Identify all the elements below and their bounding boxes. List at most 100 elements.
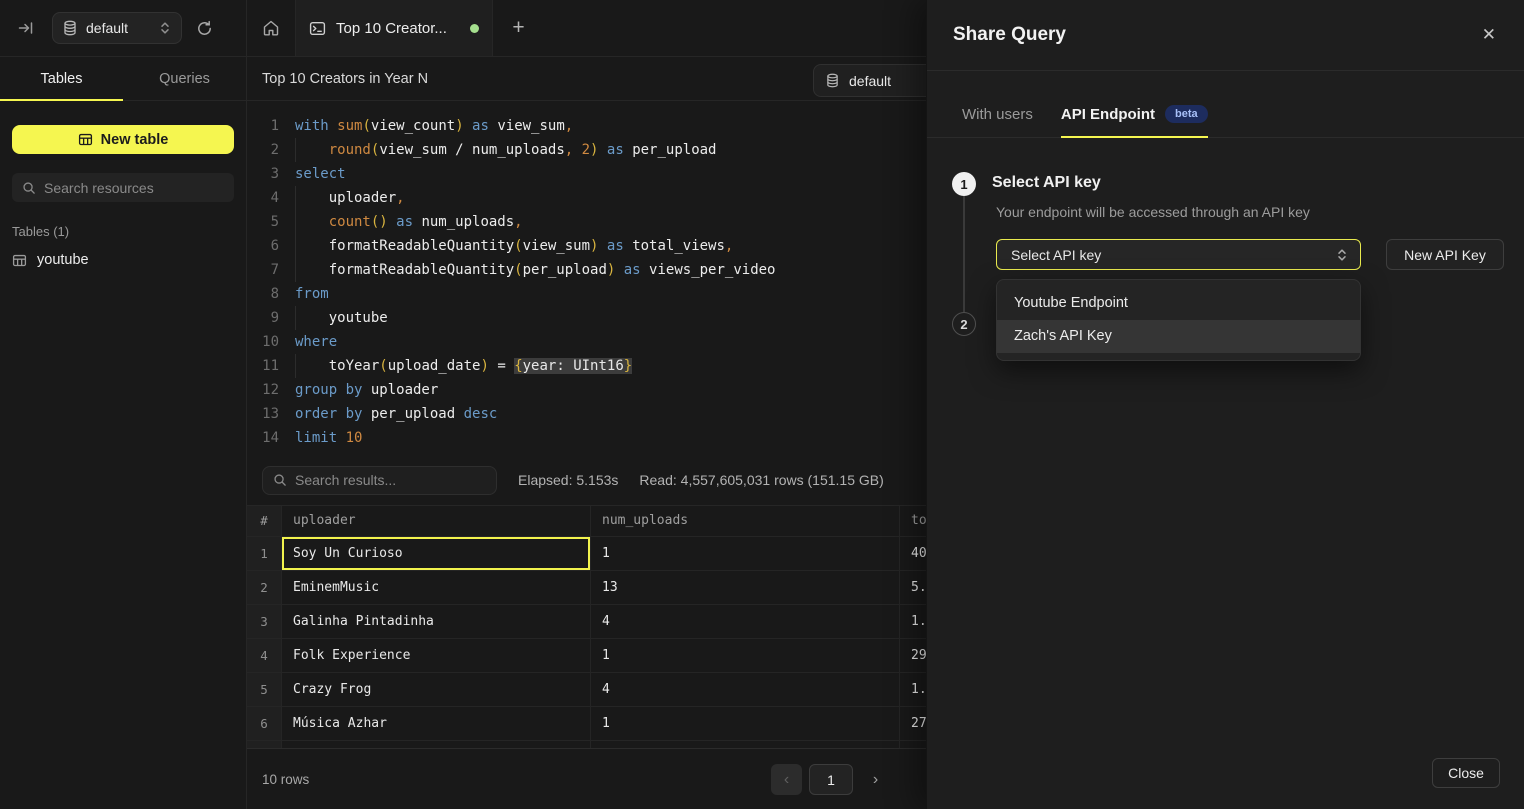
sidebar: Tables Queries New table Tables (1) [0, 57, 247, 809]
line-number: 7 [257, 258, 279, 282]
code-line: 4 uploader, [257, 186, 927, 210]
sidebar-tab-tables-label: Tables [41, 71, 83, 87]
chevron-updown-icon [1336, 248, 1348, 262]
plus-icon: + [512, 16, 524, 40]
tab-api-endpoint[interactable]: API Endpoint beta [1061, 105, 1208, 138]
line-number: 14 [257, 426, 279, 450]
uploader-cell[interactable]: Música Azhar [282, 707, 591, 740]
drawer-tabs: With users API Endpoint beta [927, 71, 1524, 138]
new-tab-button[interactable]: + [493, 0, 544, 56]
drawer-close-button[interactable]: ✕ [1482, 25, 1496, 45]
results-search-input[interactable] [295, 472, 486, 488]
new-api-key-button[interactable]: New API Key [1386, 239, 1504, 270]
sidebar-tab-queries[interactable]: Queries [123, 57, 246, 100]
home-icon [262, 19, 280, 37]
sidebar-search-input[interactable] [44, 180, 224, 196]
num-uploads-cell[interactable]: 1 [591, 707, 900, 740]
row-index-cell: 2 [247, 571, 282, 604]
uploader-cell[interactable]: EminemMusic [282, 571, 591, 604]
new-table-button[interactable]: New table [12, 125, 234, 154]
table-row: 1Soy Un Curioso1407 [247, 537, 927, 571]
step-1: 1 Select API key Your endpoint will be a… [952, 172, 1524, 361]
code-text: order by per_upload desc [295, 402, 497, 426]
row-index-cell [247, 741, 282, 748]
code-text: where [295, 330, 337, 354]
results-toolbar: Elapsed: 5.153s Read: 4,557,605,031 rows… [247, 455, 927, 505]
row-index-cell: 1 [247, 537, 282, 570]
uploader-cell[interactable]: Soy Un Curioso [282, 537, 591, 570]
database-selector[interactable]: default [52, 12, 182, 44]
num-uploads-cell[interactable]: 1 [591, 639, 900, 672]
column-header-index: # [247, 506, 282, 536]
code-line: 6 formatReadableQuantity(view_sum) as to… [257, 234, 927, 258]
sidebar-search[interactable] [12, 173, 234, 202]
column-header-total-views: total_views [900, 506, 927, 536]
tables-section-label: Tables (1) [12, 224, 234, 239]
line-number: 13 [257, 402, 279, 426]
tab-with-users[interactable]: With users [962, 106, 1033, 138]
num-uploads-cell[interactable]: 4 [591, 605, 900, 638]
close-drawer-button[interactable]: Close [1432, 758, 1500, 788]
code-text: round(view_sum / num_uploads, 2) as per_… [295, 138, 717, 162]
table-row: 6Música Azhar1274 [247, 707, 927, 741]
code-text: uploader, [295, 186, 405, 210]
topbar-left-cluster: default [0, 0, 247, 56]
table-row: 2EminemMusic135.1 [247, 571, 927, 605]
table-grid-icon [78, 132, 93, 147]
num-uploads-cell[interactable]: 4 [591, 673, 900, 706]
elapsed-stat: Elapsed: 5.153s [518, 472, 618, 488]
column-header-num-uploads: num_uploads [591, 506, 900, 536]
beta-badge: beta [1165, 105, 1208, 123]
collapse-sidebar-button[interactable] [18, 20, 34, 36]
uploader-cell[interactable]: Galinha Pintadinha [282, 605, 591, 638]
editor-database-selector[interactable]: default [813, 64, 927, 97]
line-number: 10 [257, 330, 279, 354]
table-row: 3Galinha Pintadinha41.4 [247, 605, 927, 639]
unsaved-changes-dot [470, 24, 479, 33]
total-views-cell[interactable]: 407 [900, 537, 927, 570]
sidebar-item-youtube-table[interactable]: youtube [12, 252, 234, 268]
refresh-button[interactable] [196, 20, 213, 37]
code-line: 10 where [257, 330, 927, 354]
table-row: 4Folk Experience1294 [247, 639, 927, 673]
line-number: 2 [257, 138, 279, 162]
line-number: 1 [257, 114, 279, 138]
line-number: 9 [257, 306, 279, 330]
code-text: from [295, 282, 329, 306]
total-views-cell[interactable]: 1.1 [900, 673, 927, 706]
code-line: 14limit 10 [257, 426, 927, 450]
query-tab[interactable]: Top 10 Creator... [296, 0, 493, 56]
api-key-option[interactable]: Zach's API Key [997, 320, 1360, 353]
prev-page-button[interactable]: ‹ [771, 764, 802, 795]
code-line: 2 round(view_sum / num_uploads, 2) as pe… [257, 138, 927, 162]
sidebar-tab-tables[interactable]: Tables [0, 57, 123, 100]
api-key-option[interactable]: Youtube Endpoint [997, 287, 1360, 320]
num-uploads-cell[interactable]: 1 [591, 537, 900, 570]
new-table-label: New table [101, 132, 169, 148]
total-views-cell[interactable]: 1.4 [900, 605, 927, 638]
line-number: 6 [257, 234, 279, 258]
query-title: Top 10 Creators in Year N [262, 71, 428, 87]
database-selector-value: default [86, 20, 128, 36]
uploader-cell[interactable]: Folk Experience [282, 639, 591, 672]
sql-editor[interactable]: 1with sum(view_count) as view_sum,2 roun… [247, 101, 927, 455]
next-page-button[interactable]: › [860, 764, 891, 795]
table-header-row: #uploadernum_uploadstotal_views [247, 506, 927, 537]
api-key-select[interactable]: Select API key [996, 239, 1361, 270]
row-index-cell: 6 [247, 707, 282, 740]
search-icon [273, 473, 287, 487]
editor-database-value: default [849, 73, 891, 89]
home-button[interactable] [247, 0, 296, 56]
total-views-cell[interactable]: 274 [900, 707, 927, 740]
num-uploads-cell[interactable]: 13 [591, 571, 900, 604]
drawer-header: Share Query ✕ [927, 0, 1524, 71]
code-text: with sum(view_count) as view_sum, [295, 114, 573, 138]
line-number: 8 [257, 282, 279, 306]
uploader-cell[interactable]: Crazy Frog [282, 673, 591, 706]
current-page-indicator[interactable]: 1 [809, 764, 853, 795]
total-views-cell[interactable]: 294 [900, 639, 927, 672]
results-search[interactable] [262, 466, 497, 495]
line-number: 4 [257, 186, 279, 210]
total-views-cell[interactable]: 5.1 [900, 571, 927, 604]
code-text: formatReadableQuantity(view_sum) as tota… [295, 234, 733, 258]
